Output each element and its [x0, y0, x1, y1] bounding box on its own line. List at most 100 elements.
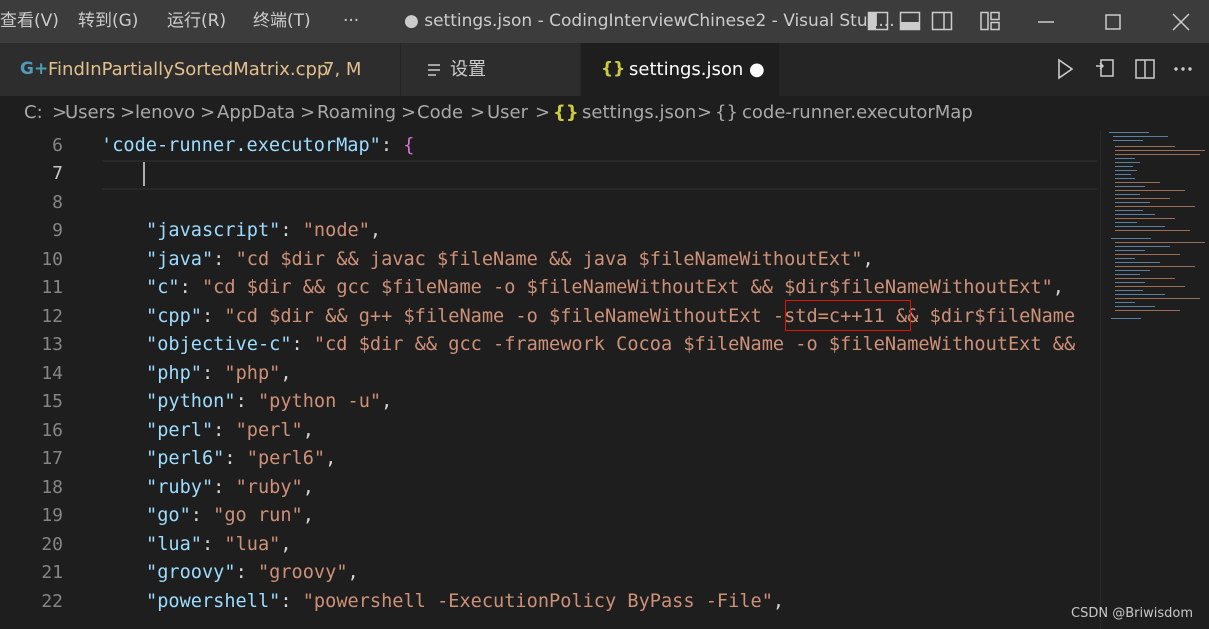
more-actions-icon[interactable] — [1171, 57, 1195, 81]
menu-goto[interactable]: 转到(G) — [78, 0, 138, 43]
open-settings-ui-icon[interactable] — [1093, 57, 1117, 81]
current-line-highlight — [102, 160, 1097, 190]
json-key: "perl" — [146, 420, 214, 441]
minimap-line — [1115, 274, 1140, 275]
breadcrumb-item-executormap[interactable]: code-runner.executorMap — [742, 96, 973, 130]
tab-label: settings.json — [629, 59, 744, 80]
line-number: 14 — [41, 363, 63, 384]
minimap-line — [1115, 282, 1145, 283]
run-icon[interactable] — [1053, 57, 1077, 81]
minimap[interactable] — [1100, 130, 1209, 629]
json-value: "cd $dir && gcc -framework Cocoa $fileNa… — [313, 334, 1076, 355]
line-number: 20 — [41, 534, 63, 555]
minimap-line — [1115, 202, 1150, 203]
menu-run[interactable]: 运行(R) — [167, 0, 226, 43]
minimap-line — [1115, 298, 1200, 299]
minimap-line — [1115, 306, 1155, 307]
tab-settings-ui[interactable]: 设置 — [401, 43, 580, 96]
breadcrumb-item-user[interactable]: User — [487, 96, 528, 130]
minimap-line — [1115, 270, 1150, 271]
tab-settings-json[interactable]: {} settings.json ● — [581, 43, 779, 96]
json-key: "groovy" — [146, 562, 236, 583]
json-value: "go run" — [213, 505, 303, 526]
json-colon: : — [380, 135, 404, 156]
minimap-line — [1115, 186, 1145, 187]
menu-terminal[interactable]: 终端(T) — [253, 0, 311, 43]
tab-label: 设置 — [450, 59, 486, 80]
code-line: "java": "cd $dir && javac $fileName && j… — [146, 249, 874, 270]
minimap-line — [1115, 206, 1195, 207]
line-number: 6 — [52, 135, 63, 156]
minimap-line — [1115, 266, 1195, 267]
chevron-right-icon: > — [120, 102, 136, 123]
minimap-line — [1115, 194, 1140, 195]
json-brace: { — [403, 135, 415, 156]
minimap-line — [1115, 278, 1175, 279]
split-editor-icon[interactable] — [1133, 57, 1157, 81]
json-key: "ruby" — [146, 477, 214, 498]
menu-more[interactable]: ··· — [343, 0, 359, 43]
maximize-icon[interactable] — [1098, 8, 1128, 36]
line-number: 10 — [41, 249, 63, 270]
json-value: "perl" — [235, 420, 303, 441]
toggle-secondary-sidebar-icon[interactable] — [931, 10, 953, 32]
code-line: "objective-c": "cd $dir && gcc -framewor… — [146, 334, 1076, 355]
code-line: "cpp": "cd $dir && g++ $fileName -o $fil… — [146, 306, 1076, 327]
minimap-line — [1115, 154, 1200, 155]
minimap-line — [1115, 158, 1135, 159]
json-key: "python" — [146, 391, 236, 412]
toggle-primary-sidebar-icon[interactable] — [867, 10, 889, 32]
json-value: "powershell -ExecutionPolicy ByPass -Fil… — [302, 591, 773, 612]
minimap-line — [1115, 254, 1180, 255]
breadcrumb-item-roaming[interactable]: Roaming — [317, 96, 396, 130]
editor-tabs: G+ FindInPartiallySortedMatrix.cpp 7, M … — [0, 43, 1209, 96]
json-value: "cd $dir && g++ $fileName -o $fileNameWi… — [224, 306, 1076, 327]
breadcrumb-item-c[interactable]: C: — [24, 96, 43, 130]
json-value: "groovy" — [257, 562, 348, 583]
line-number: 9 — [52, 220, 63, 241]
json-key: "go" — [146, 505, 191, 526]
line-number: 13 — [41, 334, 63, 355]
chevron-right-icon: > — [200, 102, 216, 123]
code-editor[interactable]: 6 7 8 9 10 11 12 13 14 15 16 17 18 19 20… — [0, 130, 1100, 629]
breadcrumb-item-users[interactable]: Users — [65, 96, 115, 130]
line-number: 11 — [41, 277, 63, 298]
minimap-line — [1115, 242, 1205, 243]
minimap-line — [1115, 166, 1133, 167]
unsaved-dot[interactable]: ● — [749, 43, 765, 96]
minimap-line — [1115, 162, 1140, 163]
json-value: "lua" — [224, 534, 281, 555]
breadcrumb-item-code[interactable]: Code — [417, 96, 463, 130]
minimap-line — [1115, 258, 1135, 259]
code-line: "powershell": "powershell -ExecutionPoli… — [146, 591, 785, 612]
close-window-icon[interactable] — [1166, 8, 1196, 36]
breadcrumb-item-appdata[interactable]: AppData — [217, 96, 295, 130]
json-key: "perl6" — [146, 448, 225, 469]
breadcrumb: C: > Users > lenovo > AppData > Roaming … — [0, 96, 1209, 130]
line-number: 7 — [52, 163, 63, 184]
minimap-line — [1113, 136, 1168, 137]
code-line: 'code-runner.executorMap": { — [101, 132, 414, 161]
minimap-line — [1111, 318, 1141, 319]
line-number: 21 — [41, 562, 63, 583]
text-cursor — [143, 162, 145, 186]
json-value: "ruby" — [235, 477, 303, 498]
tab-find-in-partially-sorted-matrix[interactable]: G+ FindInPartiallySortedMatrix.cpp 7, M — [0, 43, 400, 96]
json-value: "cd $dir && javac $fileName && java $fil… — [235, 249, 863, 270]
code-line: "python": "python -u", — [146, 391, 393, 412]
customize-layout-icon[interactable] — [979, 10, 1001, 32]
problem-badge: 7, M — [323, 59, 362, 80]
breadcrumb-item-settings-json[interactable]: settings.json — [582, 96, 696, 130]
breadcrumb-item-lenovo[interactable]: lenovo — [135, 96, 195, 130]
minimap-line — [1115, 210, 1143, 211]
minimap-line — [1115, 246, 1170, 247]
code-line: "go": "go run", — [146, 505, 314, 526]
minimap-line — [1115, 170, 1137, 171]
toggle-panel-icon[interactable] — [899, 10, 921, 32]
menu-view[interactable]: 查看(V) — [0, 0, 59, 43]
code-line: "php": "php", — [146, 363, 292, 384]
json-key: "php" — [146, 363, 202, 384]
minimize-icon[interactable] — [1031, 8, 1061, 36]
code-line: "lua": "lua", — [146, 534, 292, 555]
minimap-line — [1115, 218, 1175, 219]
